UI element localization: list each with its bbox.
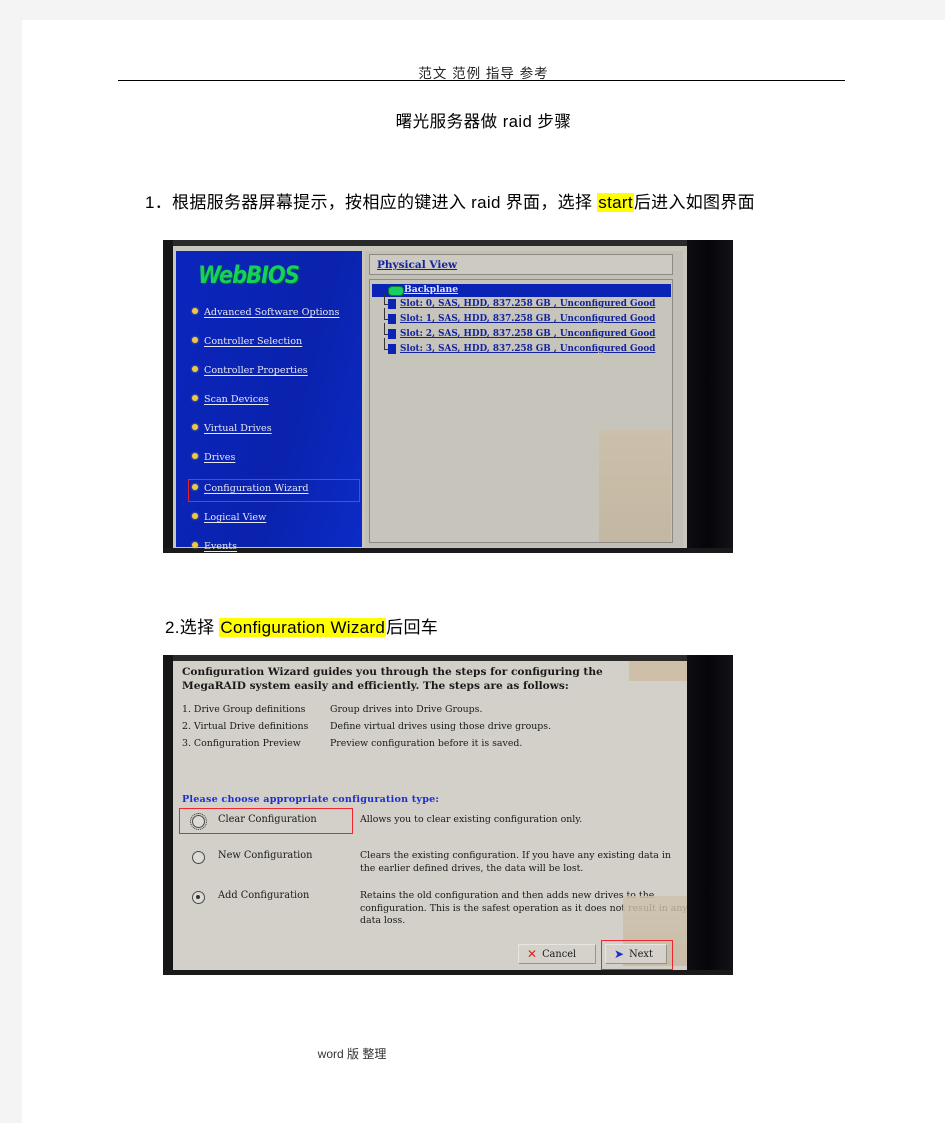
monitor-bezel-bottom [163, 970, 733, 975]
tree-item-slot-1[interactable]: Slot: 1, SAS, HDD, 837.258 GB , Unconfig… [400, 314, 655, 324]
option-label: New Configuration [218, 850, 313, 861]
arrow-right-icon: ➤ [614, 947, 625, 961]
step-1-post: 后进入如图界面 [633, 193, 755, 212]
configuration-wizard-screenshot-photo: Configuration Wizard guides you through … [163, 655, 733, 975]
radio-clear-configuration[interactable] [189, 812, 208, 831]
sidebar-item-label: Advanced Software Options [204, 307, 340, 318]
step-1-text: 1．根据服务器屏幕提示，按相应的键进入 raid 界面，选择 start后进入如… [145, 188, 755, 213]
step-2-pre: 2.选择 [165, 618, 220, 637]
step-1-pre: 1．根据服务器屏幕提示，按相应的键进入 raid 界面，选择 [145, 193, 598, 212]
wizard-step-description: Define virtual drives using those drive … [330, 721, 552, 732]
close-icon: ✕ [527, 947, 538, 961]
webbios-screen: WebBIOS Advanced Software Options Contro… [173, 246, 687, 552]
bullet-icon [192, 453, 198, 459]
sidebar-item-label: Controller Properties [204, 365, 308, 376]
sidebar-item-label: Scan Devices [204, 394, 269, 405]
wizard-step-description: Group drives into Drive Groups. [330, 704, 483, 715]
sidebar-item-scan-devices[interactable]: Scan Devices [192, 394, 269, 405]
sidebar-item-controller-selection[interactable]: Controller Selection [192, 336, 302, 347]
sidebar-item-virtual-drives[interactable]: Virtual Drives [192, 423, 272, 434]
bullet-icon [192, 366, 198, 372]
step-2-highlight: Configuration Wizard [219, 618, 387, 637]
sidebar-item-logical-view[interactable]: Logical View [192, 512, 266, 523]
webbios-physical-view-panel: Physical View Backplane Slot: 0, SAS, HD… [365, 251, 683, 547]
page-footer: word 版 整理 [317, 1047, 387, 1061]
header-divider [118, 80, 845, 81]
photo-glare-region [599, 430, 671, 542]
wizard-step-label: 3. Configuration Preview [182, 738, 301, 749]
configuration-type-prompt: Please choose appropriate configuration … [182, 794, 440, 805]
monitor-bezel-bottom [163, 548, 733, 553]
bullet-icon [192, 424, 198, 430]
step-2-post: 后回车 [386, 618, 439, 637]
physical-view-title: Physical View [369, 254, 673, 275]
bullet-icon [192, 395, 198, 401]
wizard-step-label: 1. Drive Group definitions [182, 704, 306, 715]
tree-item-backplane[interactable]: Backplane [404, 284, 458, 295]
bullet-icon [192, 542, 198, 548]
cancel-button-label: Cancel [542, 948, 577, 960]
radio-new-configuration[interactable] [192, 851, 205, 864]
sidebar-item-configuration-wizard[interactable]: Configuration Wizard [192, 483, 309, 494]
sidebar-item-label: Events [204, 541, 238, 552]
physical-view-title-label: Physical View [377, 259, 458, 271]
webbios-screenshot-photo: WebBIOS Advanced Software Options Contro… [163, 240, 733, 553]
configuration-wizard-screen: Configuration Wizard guides you through … [173, 661, 688, 970]
sidebar-item-label: Controller Selection [204, 336, 303, 347]
sidebar-item-label: Logical View [204, 512, 267, 523]
option-label: Clear Configuration [218, 814, 317, 825]
next-button[interactable]: ➤ Next [605, 944, 667, 964]
bullet-icon [192, 308, 198, 314]
physical-view-tree: Backplane Slot: 0, SAS, HDD, 837.258 GB … [369, 279, 673, 543]
page-title: 曙光服务器做 raid 步骤 [395, 113, 572, 131]
webbios-sidebar: WebBIOS Advanced Software Options Contro… [176, 251, 362, 552]
monitor-bezel-left [163, 655, 173, 975]
option-description: Clears the existing configuration. If yo… [360, 850, 671, 874]
radio-add-configuration[interactable] [192, 891, 205, 904]
monitor-bezel-left [163, 240, 173, 553]
tree-item-slot-0[interactable]: Slot: 0, SAS, HDD, 837.258 GB , Unconfig… [400, 299, 655, 309]
sidebar-item-drives[interactable]: Drives [192, 452, 235, 463]
sidebar-item-label: Drives [204, 452, 236, 463]
bullet-icon [192, 484, 198, 490]
wizard-step-description: Preview configuration before it is saved… [330, 738, 523, 749]
tree-item-slot-2[interactable]: Slot: 2, SAS, HDD, 837.258 GB , Unconfig… [400, 329, 655, 339]
drive-icon [388, 344, 396, 354]
webbios-logo: WebBIOS [198, 261, 300, 289]
wizard-intro-text: Configuration Wizard guides you through … [182, 666, 603, 692]
sidebar-item-label: Virtual Drives [204, 423, 272, 434]
monitor-bezel-right [687, 240, 733, 553]
wizard-step-label: 2. Virtual Drive definitions [182, 721, 309, 732]
monitor-bezel-right [687, 655, 733, 975]
option-description: Allows you to clear existing configurati… [360, 814, 583, 825]
document-page: 范文 范例 指导 参考 曙光服务器做 raid 步骤 1．根据服务器屏幕提示，按… [22, 20, 945, 1123]
bullet-icon [192, 513, 198, 519]
sidebar-item-label: Configuration Wizard [204, 483, 309, 494]
step-2-text: 2.选择 Configuration Wizard后回车 [165, 613, 438, 638]
option-label: Add Configuration [218, 890, 310, 901]
next-button-label: Next [629, 948, 653, 960]
sidebar-item-advanced-software-options[interactable]: Advanced Software Options [192, 307, 339, 318]
step-1-highlight: start [597, 193, 634, 212]
cancel-button[interactable]: ✕ Cancel [518, 944, 596, 964]
page-header: 范文 范例 指导 参考 [418, 66, 549, 81]
bullet-icon [192, 337, 198, 343]
tree-item-slot-3[interactable]: Slot: 3, SAS, HDD, 837.258 GB , Unconfig… [400, 344, 655, 354]
sidebar-item-events[interactable]: Events [192, 541, 237, 552]
sidebar-item-controller-properties[interactable]: Controller Properties [192, 365, 308, 376]
